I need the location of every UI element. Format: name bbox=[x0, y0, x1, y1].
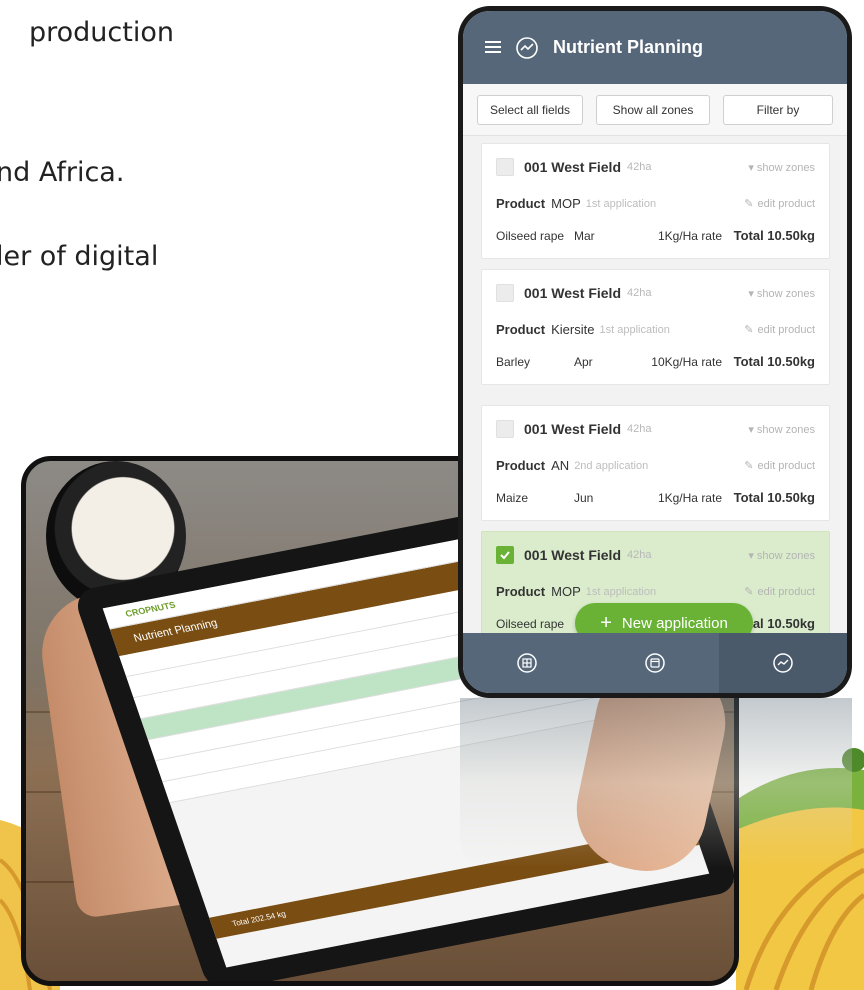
edit-product-link[interactable]: ✎ edit product bbox=[744, 585, 815, 599]
application-number: 1st application bbox=[585, 585, 657, 598]
nav-item-calendar[interactable] bbox=[591, 633, 719, 693]
show-zones-link[interactable]: ▾ show zones bbox=[748, 287, 815, 300]
application-total: Total 10.50kg bbox=[733, 228, 815, 243]
plus-icon: + bbox=[600, 612, 612, 634]
field-name: 001 West Field bbox=[524, 159, 622, 175]
calendar-icon bbox=[645, 653, 665, 673]
app-header: Nutrient Planning bbox=[463, 11, 847, 84]
menu-icon[interactable] bbox=[485, 41, 501, 54]
field-area: 42ha bbox=[627, 161, 652, 173]
nav-item-planning[interactable] bbox=[719, 633, 847, 693]
select-all-fields-button[interactable]: Select all fields bbox=[477, 94, 583, 125]
app-title: Nutrient Planning bbox=[553, 37, 703, 57]
phone-reflection bbox=[460, 698, 852, 868]
edit-product-label: edit product bbox=[757, 323, 815, 336]
field-name: 001 West Field bbox=[524, 421, 622, 437]
card-checkbox[interactable] bbox=[496, 420, 514, 438]
application-total: Total 10.50kg bbox=[733, 354, 815, 369]
product-name: AN bbox=[551, 458, 570, 473]
card-checkbox[interactable] bbox=[496, 158, 514, 176]
nutrient-logo-icon bbox=[516, 36, 538, 59]
edit-product-link[interactable]: ✎ edit product bbox=[744, 197, 815, 211]
application-number: 1st application bbox=[599, 323, 670, 336]
bottom-nav bbox=[463, 633, 847, 693]
show-zones-label: show zones bbox=[756, 549, 815, 562]
edit-product-label: edit product bbox=[757, 197, 815, 210]
filter-by-button[interactable]: Filter by bbox=[723, 94, 833, 125]
edit-product-link[interactable]: ✎ edit product bbox=[744, 459, 815, 473]
edit-icon: ✎ bbox=[744, 198, 754, 210]
show-zones-label: show zones bbox=[756, 423, 815, 436]
edit-icon: ✎ bbox=[744, 586, 754, 598]
application-rate: 1Kg/Ha rate bbox=[657, 228, 722, 243]
application-month: Mar bbox=[574, 228, 595, 243]
field-name: 001 West Field bbox=[524, 547, 622, 563]
crop-name: Maize bbox=[496, 490, 529, 505]
edit-icon: ✎ bbox=[744, 324, 754, 336]
show-zones-link[interactable]: ▾ show zones bbox=[748, 161, 815, 174]
product-name: MOP bbox=[551, 196, 581, 211]
application-card[interactable]: 001 West Field 42ha ▾ show zones Product… bbox=[481, 405, 830, 521]
edit-product-label: edit product bbox=[757, 585, 815, 598]
card-checkbox[interactable] bbox=[496, 284, 514, 302]
field-name: 001 West Field bbox=[524, 285, 622, 301]
nav-item-fields[interactable] bbox=[463, 633, 591, 693]
phone-device: Nutrient Planning Select all fields Show… bbox=[458, 6, 852, 698]
slide-text-line-2: nd Africa. bbox=[0, 157, 125, 188]
application-card[interactable]: 001 West Field 42ha ▾ show zones Product… bbox=[481, 143, 830, 259]
edit-icon: ✎ bbox=[744, 460, 754, 472]
check-icon bbox=[500, 551, 510, 560]
chart-line-icon bbox=[773, 653, 793, 673]
application-list: 001 West Field 42ha ▾ show zones Product… bbox=[463, 137, 847, 633]
show-zones-link[interactable]: ▾ show zones bbox=[748, 423, 815, 436]
crop-name: Oilseed rape bbox=[496, 616, 565, 631]
tablet-logo: CROPNUTS bbox=[123, 599, 177, 619]
show-zones-label: show zones bbox=[756, 287, 815, 300]
new-application-label: New application bbox=[621, 614, 728, 632]
field-area: 42ha bbox=[627, 287, 652, 299]
application-number: 1st application bbox=[585, 197, 657, 210]
application-total: Total 10.50kg bbox=[733, 490, 815, 505]
crop-name: Barley bbox=[496, 354, 531, 369]
application-rate: 10Kg/Ha rate bbox=[651, 354, 722, 369]
product-label: Product bbox=[496, 196, 546, 211]
product-name: MOP bbox=[551, 584, 581, 599]
filter-bar: Select all fields Show all zones Filter … bbox=[463, 84, 847, 136]
application-number: 2nd application bbox=[574, 459, 649, 472]
edit-product-link[interactable]: ✎ edit product bbox=[744, 323, 815, 337]
show-all-zones-button[interactable]: Show all zones bbox=[596, 94, 710, 125]
application-rate: 1Kg/Ha rate bbox=[657, 490, 722, 505]
phone-screen: Nutrient Planning Select all fields Show… bbox=[463, 11, 847, 693]
product-label: Product bbox=[496, 584, 546, 599]
slide-text-line-1: production bbox=[29, 17, 174, 48]
product-label: Product bbox=[496, 458, 546, 473]
globe-grid-icon bbox=[517, 653, 537, 673]
crop-name: Oilseed rape bbox=[496, 228, 565, 243]
show-zones-label: show zones bbox=[756, 161, 815, 174]
show-zones-link[interactable]: ▾ show zones bbox=[748, 549, 815, 562]
card-checkbox-checked[interactable] bbox=[496, 546, 514, 564]
field-area: 42ha bbox=[627, 423, 652, 435]
application-month: Apr bbox=[574, 354, 593, 369]
product-name: Kiersite bbox=[551, 322, 595, 337]
application-total: tal 10.50kg bbox=[748, 616, 816, 631]
application-card[interactable]: 001 West Field 42ha ▾ show zones Product… bbox=[481, 269, 830, 385]
product-label: Product bbox=[496, 322, 546, 337]
slide-text-line-3: ler of digital bbox=[0, 241, 159, 272]
field-area: 42ha bbox=[627, 549, 652, 561]
edit-product-label: edit product bbox=[757, 459, 815, 472]
application-month: Jun bbox=[574, 490, 594, 505]
